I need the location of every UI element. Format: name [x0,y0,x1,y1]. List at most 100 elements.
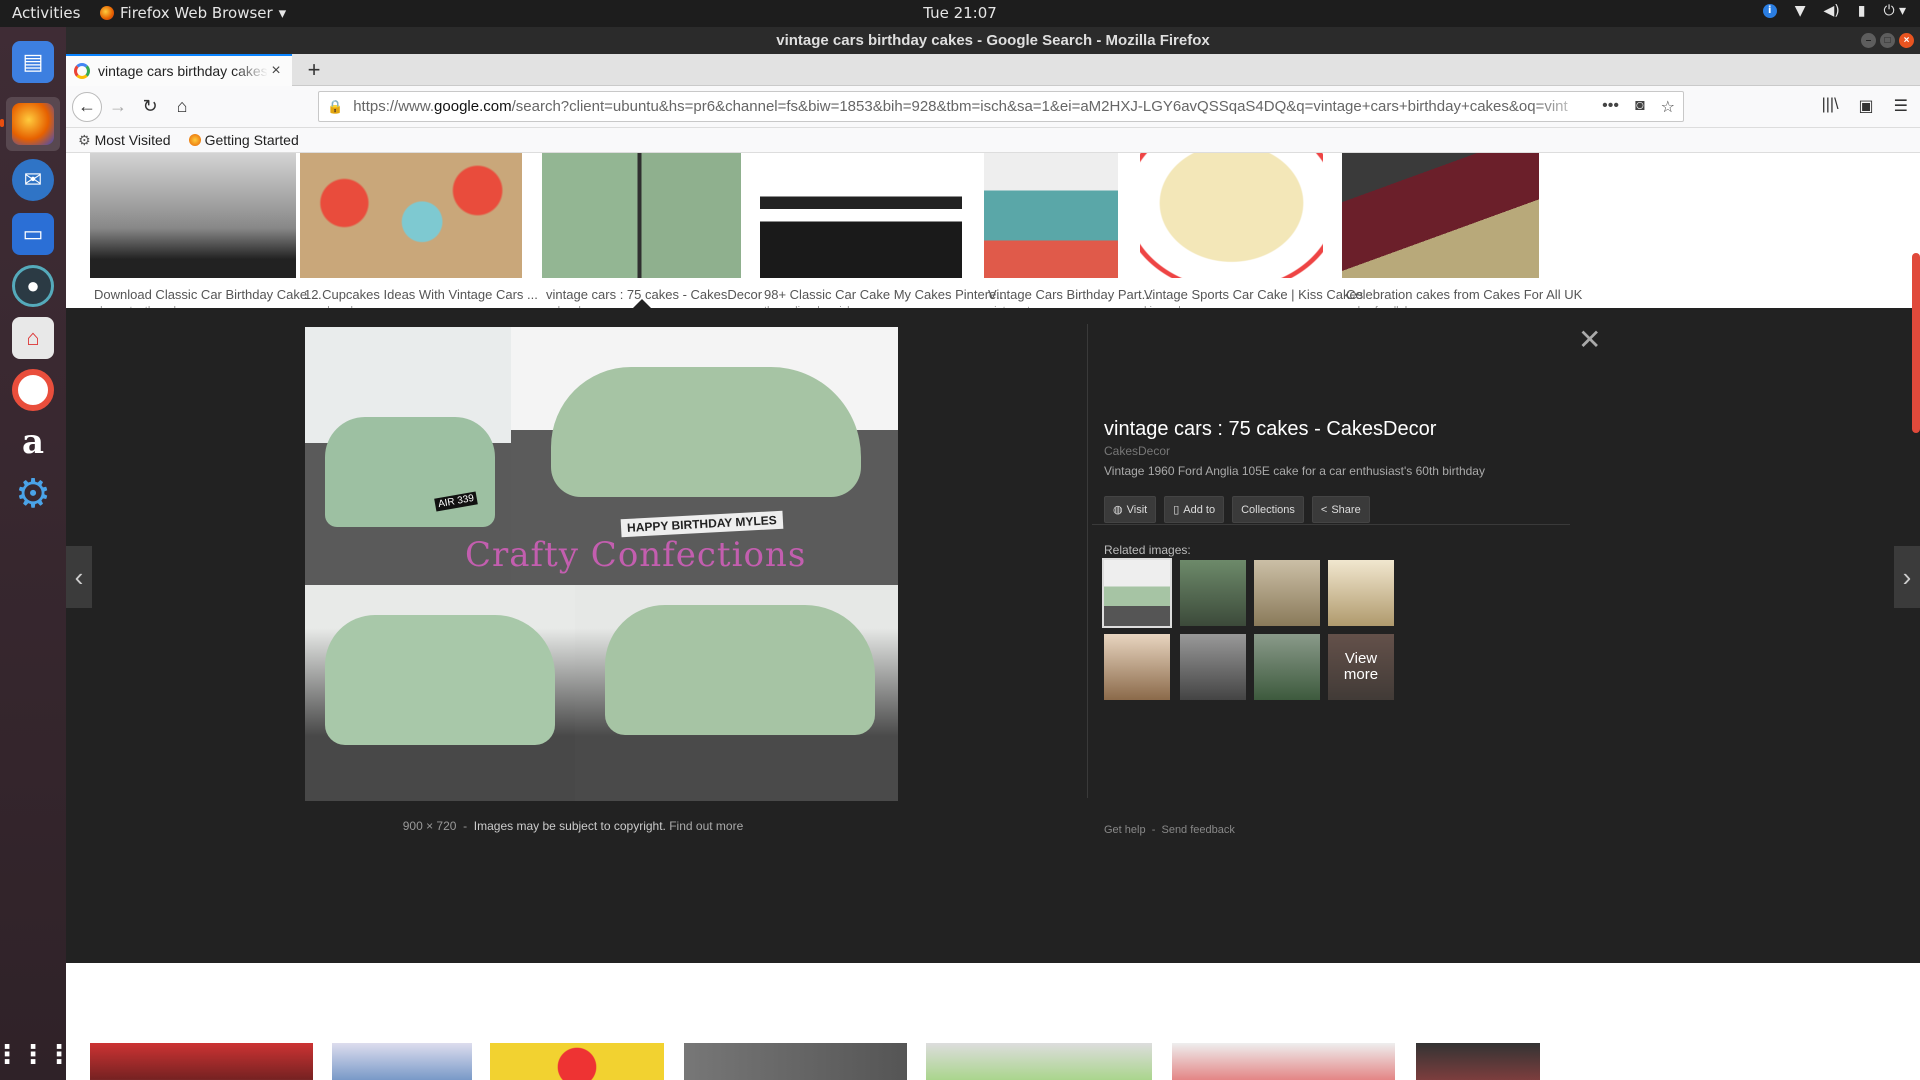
window-titlebar[interactable]: vintage cars birthday cakes - Google Sea… [66,27,1920,54]
add-to-button[interactable]: ▯ Add to [1164,496,1225,523]
image-result[interactable]: 12 Cupcakes Ideas With Vintage Cars ... … [300,153,538,317]
result-title[interactable]: Download Classic Car Birthday Cake ... [90,287,322,302]
result-title[interactable]: 98+ Classic Car Cake My Cakes Pintere... [760,287,1007,302]
volume-icon[interactable]: ◀) [1823,3,1839,19]
related-images-label: Related images: [1104,543,1191,557]
result-image[interactable] [760,153,962,278]
result-image[interactable] [300,153,522,278]
send-feedback-link[interactable]: Send feedback [1161,824,1234,836]
image-result[interactable] [490,1043,664,1080]
tab-google-search[interactable]: vintage cars birthday cakes × [66,54,292,86]
panel-divider [1087,324,1088,798]
dock-amazon[interactable]: a [6,415,60,469]
preview-description: Vintage 1960 Ford Anglia 105E cake for a… [1104,464,1485,478]
find-out-more-link[interactable]: Find out more [669,819,743,833]
image-result[interactable]: Vintage Cars Birthday Part... pinterest.… [984,153,1153,317]
close-preview-button[interactable]: ✕ [1578,326,1601,354]
image-result-selected[interactable]: vintage cars : 75 cakes - CakesDecor cak… [542,153,762,317]
minimize-button[interactable]: – [1861,33,1876,48]
result-image[interactable] [542,153,741,278]
next-image-button[interactable]: › [1894,546,1920,608]
page-actions-icon[interactable]: ••• [1602,97,1619,117]
sidebar-icon[interactable]: ▣ [1859,96,1874,116]
image-result[interactable] [926,1043,1152,1080]
close-tab-button[interactable]: × [268,62,284,80]
dock-rhythmbox[interactable]: ● [6,259,60,313]
related-image[interactable] [1254,634,1320,700]
related-image[interactable] [1254,560,1320,626]
image-result[interactable] [90,1043,313,1080]
image-result[interactable] [332,1043,472,1080]
result-title[interactable]: Vintage Cars Birthday Part... [984,287,1153,302]
selection-pointer [633,299,651,308]
dock-docs-app[interactable]: ▤ [6,35,60,89]
related-image[interactable] [1180,634,1246,700]
result-image[interactable] [1342,153,1539,278]
app-menu-label: Firefox Web Browser [120,4,273,22]
result-title[interactable]: Vintage Sports Car Cake | Kiss Cakes [1140,287,1363,302]
page-scrollbar[interactable] [1912,253,1920,433]
system-tray[interactable]: i ▼ ◀) ▮ ⏻ ▾ [1762,3,1906,19]
image-result[interactable] [1416,1043,1540,1080]
clock[interactable]: Tue 21:07 [923,4,997,22]
info-divider [1092,524,1570,525]
lock-icon[interactable]: 🔒 [327,99,343,115]
dock-help[interactable] [6,363,60,417]
image-result[interactable] [684,1043,907,1080]
close-window-button[interactable]: × [1899,33,1914,48]
bookmark-star-icon[interactable]: ☆ [1661,97,1675,117]
previous-image-button[interactable]: ‹ [66,546,92,608]
preview-site: CakesDecor [1104,444,1171,458]
image-result[interactable]: Download Classic Car Birthday Cake ... a… [90,153,322,317]
image-preview-panel: ‹ AIR 339 HAPPY BIRTHDAY MYLES Crafty Co… [66,308,1920,963]
dock-settings[interactable]: ⚙ [6,467,60,521]
image-result[interactable]: Vintage Sports Car Cake | Kiss Cakes kis… [1140,153,1363,317]
activities-button[interactable]: Activities [12,4,80,22]
result-title[interactable]: Celebration cakes from Cakes For All UK [1342,287,1582,302]
related-image[interactable] [1102,558,1172,628]
battery-icon[interactable]: ▮ [1858,3,1866,19]
image-result[interactable] [1172,1043,1395,1080]
back-button[interactable]: ← [72,91,102,122]
result-image[interactable] [984,153,1118,278]
related-image[interactable] [1104,634,1170,700]
visit-button[interactable]: ◍ Visit [1104,496,1157,523]
preview-image[interactable]: AIR 339 HAPPY BIRTHDAY MYLES Crafty Conf… [305,327,898,801]
library-icon[interactable]: |||\ [1822,96,1839,116]
dock-show-apps[interactable]: ⋮⋮⋮ [0,1027,72,1080]
related-image[interactable] [1328,560,1394,626]
power-menu-icon[interactable]: ⏻ ▾ [1883,3,1906,19]
reload-button[interactable]: ↻ [134,91,166,123]
updates-icon[interactable]: i [1762,4,1777,18]
hamburger-menu-icon[interactable]: ☰ [1894,96,1908,116]
result-title[interactable]: 12 Cupcakes Ideas With Vintage Cars ... [300,287,538,302]
result-image[interactable] [1140,153,1323,278]
dock-thunderbird[interactable]: ✉ [6,153,60,207]
related-image[interactable] [1180,560,1246,626]
share-button[interactable]: < Share [1311,496,1370,523]
image-result[interactable]: 98+ Classic Car Cake My Cakes Pintere...… [760,153,1007,317]
forward-button[interactable]: → [102,91,134,123]
result-image[interactable] [90,153,296,278]
pocket-icon[interactable]: ◙ [1635,97,1645,117]
collections-button[interactable]: Collections [1232,496,1304,523]
home-button[interactable]: ⌂ [166,91,198,123]
get-help-link[interactable]: Get help [1104,824,1146,836]
url-bar[interactable]: ⓘ 🔒 https://www.google.com/search?client… [318,91,1684,220]
dock-software[interactable]: ⌂ [6,311,60,365]
url-text[interactable]: https://www.google.com/search?client=ubu… [353,98,1594,115]
launcher-dock: ▤ ✉ ▭ ● ⌂ a ⚙ ⋮⋮⋮ [0,27,72,1080]
maximize-button[interactable]: □ [1880,33,1895,48]
wifi-icon[interactable]: ▼ [1795,3,1806,19]
app-menu[interactable]: Firefox Web Browser ▾ [100,4,286,22]
dock-firefox[interactable] [6,97,60,151]
mail-icon: ✉ [12,159,54,201]
preview-title[interactable]: vintage cars : 75 cakes - CakesDecor [1104,418,1574,441]
dock-files[interactable]: ▭ [6,207,60,261]
view-more-tile[interactable]: View more [1328,634,1394,700]
gear-icon: ⚙ [78,131,91,148]
new-tab-button[interactable]: + [302,57,326,83]
image-result[interactable]: Celebration cakes from Cakes For All UK … [1342,153,1582,317]
bookmark-getting-started[interactable]: Getting Started [188,132,299,148]
bookmark-most-visited[interactable]: ⚙ Most Visited [78,132,171,149]
